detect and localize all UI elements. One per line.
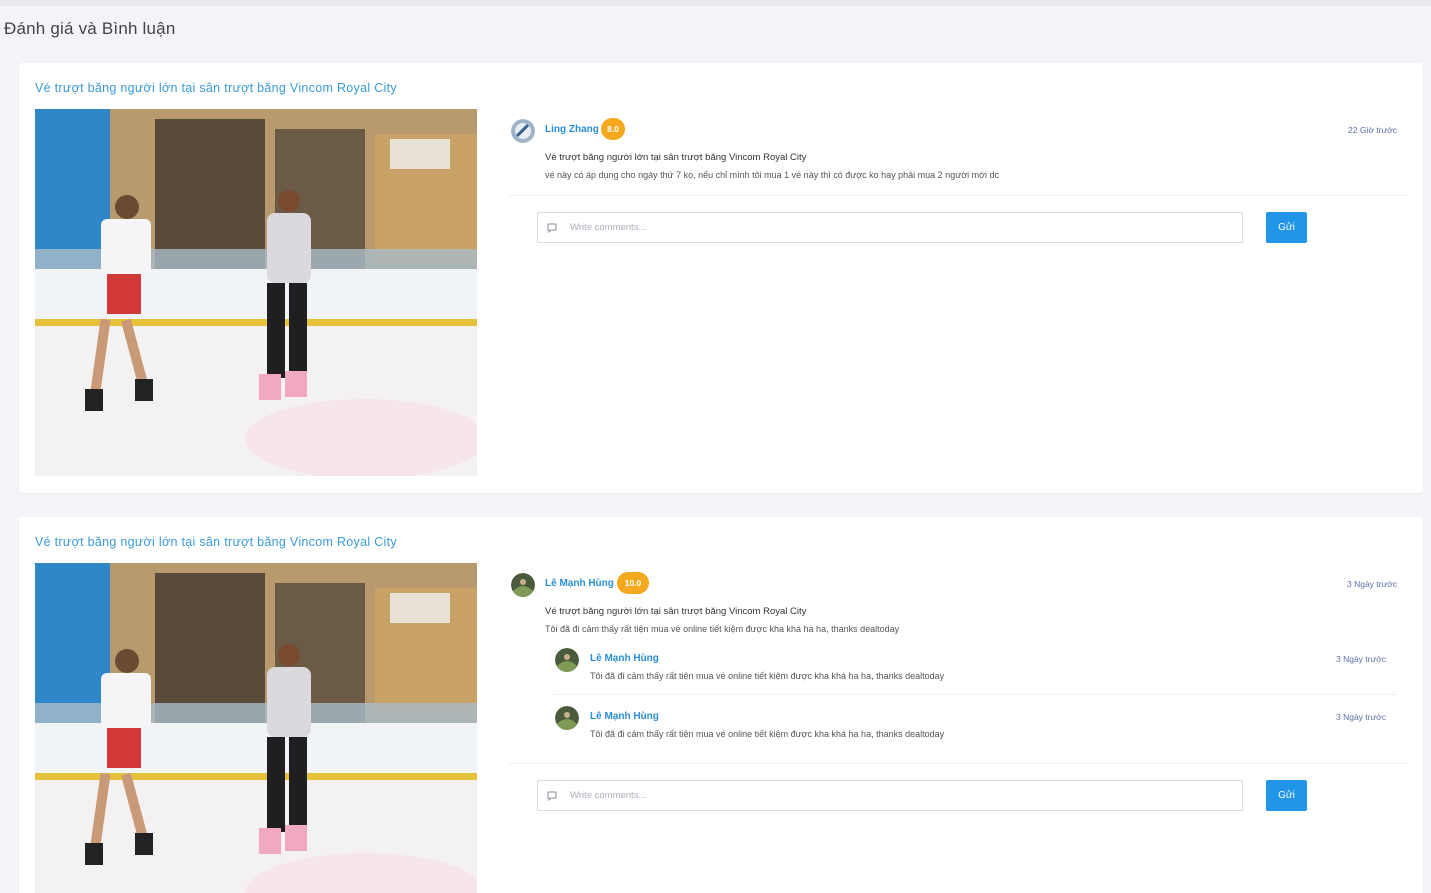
ice-rink-image bbox=[35, 563, 477, 893]
divider bbox=[509, 763, 1407, 764]
avatar-image bbox=[511, 573, 535, 597]
divider bbox=[509, 195, 1407, 196]
reviewer-name[interactable]: Lê Mạnh Hùng bbox=[545, 578, 614, 589]
avatar-image bbox=[511, 119, 535, 143]
reply-text: Tôi đã đi cảm thấy rất tiện mua vé onlin… bbox=[590, 729, 945, 739]
review-card: Vé trượt băng người lớn tại sân trượt bă… bbox=[19, 63, 1423, 493]
avatar[interactable] bbox=[511, 119, 535, 143]
review-card: Vé trượt băng người lớn tại sân trượt bă… bbox=[19, 517, 1423, 893]
review-time: 22 Giờ trước bbox=[1348, 125, 1397, 135]
reviewer-name[interactable]: Ling Zhang bbox=[545, 124, 599, 135]
comment-icon bbox=[547, 223, 557, 233]
review-text: Tôi đã đi cảm thấy rất tiện mua vé onlin… bbox=[545, 624, 900, 634]
reply-avatar[interactable] bbox=[555, 706, 579, 730]
product-title[interactable]: Vé trượt băng người lớn tại sân trượt bă… bbox=[35, 535, 397, 549]
divider bbox=[553, 694, 1397, 695]
score-badge: 10.0 bbox=[617, 572, 649, 594]
page-title: Đánh giá và Bình luận bbox=[4, 19, 176, 38]
reply-time: 3 Ngày trước bbox=[1336, 654, 1386, 664]
comment-icon bbox=[547, 791, 557, 801]
comment-input[interactable] bbox=[570, 790, 1242, 801]
ice-rink-image bbox=[35, 109, 477, 476]
avatar-image bbox=[555, 706, 579, 730]
reply-time: 3 Ngày trước bbox=[1336, 712, 1386, 722]
reply-avatar[interactable] bbox=[555, 648, 579, 672]
reply-text: Tôi đã đi cảm thấy rất tiện mua vé onlin… bbox=[590, 671, 945, 681]
send-button[interactable]: Gửi bbox=[1266, 780, 1307, 811]
product-photo[interactable] bbox=[35, 563, 477, 893]
review-title: Vé trượt băng người lớn tại sân trượt bă… bbox=[545, 152, 807, 163]
comment-box bbox=[537, 212, 1243, 243]
top-bar bbox=[0, 0, 1431, 6]
review-time: 3 Ngày trước bbox=[1347, 579, 1397, 589]
product-photo[interactable] bbox=[35, 109, 477, 476]
comment-input[interactable] bbox=[570, 222, 1242, 233]
review-text: vé này có áp dụng cho ngày thứ 7 ko, nếu… bbox=[545, 170, 1000, 180]
review-section: Ling Zhang 8.0 22 Giờ trước Vé trượt băn… bbox=[509, 63, 1407, 493]
avatar-image bbox=[555, 648, 579, 672]
product-title[interactable]: Vé trượt băng người lớn tại sân trượt bă… bbox=[35, 81, 397, 95]
send-button[interactable]: Gửi bbox=[1266, 212, 1307, 243]
reply-author[interactable]: Lê Mạnh Hùng bbox=[590, 711, 659, 722]
review-section: Lê Mạnh Hùng 10.0 3 Ngày trước Vé trượt … bbox=[509, 517, 1407, 893]
reply-author[interactable]: Lê Mạnh Hùng bbox=[590, 653, 659, 664]
avatar[interactable] bbox=[511, 573, 535, 597]
score-badge: 8.0 bbox=[601, 118, 625, 140]
review-title: Vé trượt băng người lớn tại sân trượt bă… bbox=[545, 606, 807, 617]
comment-box bbox=[537, 780, 1243, 811]
